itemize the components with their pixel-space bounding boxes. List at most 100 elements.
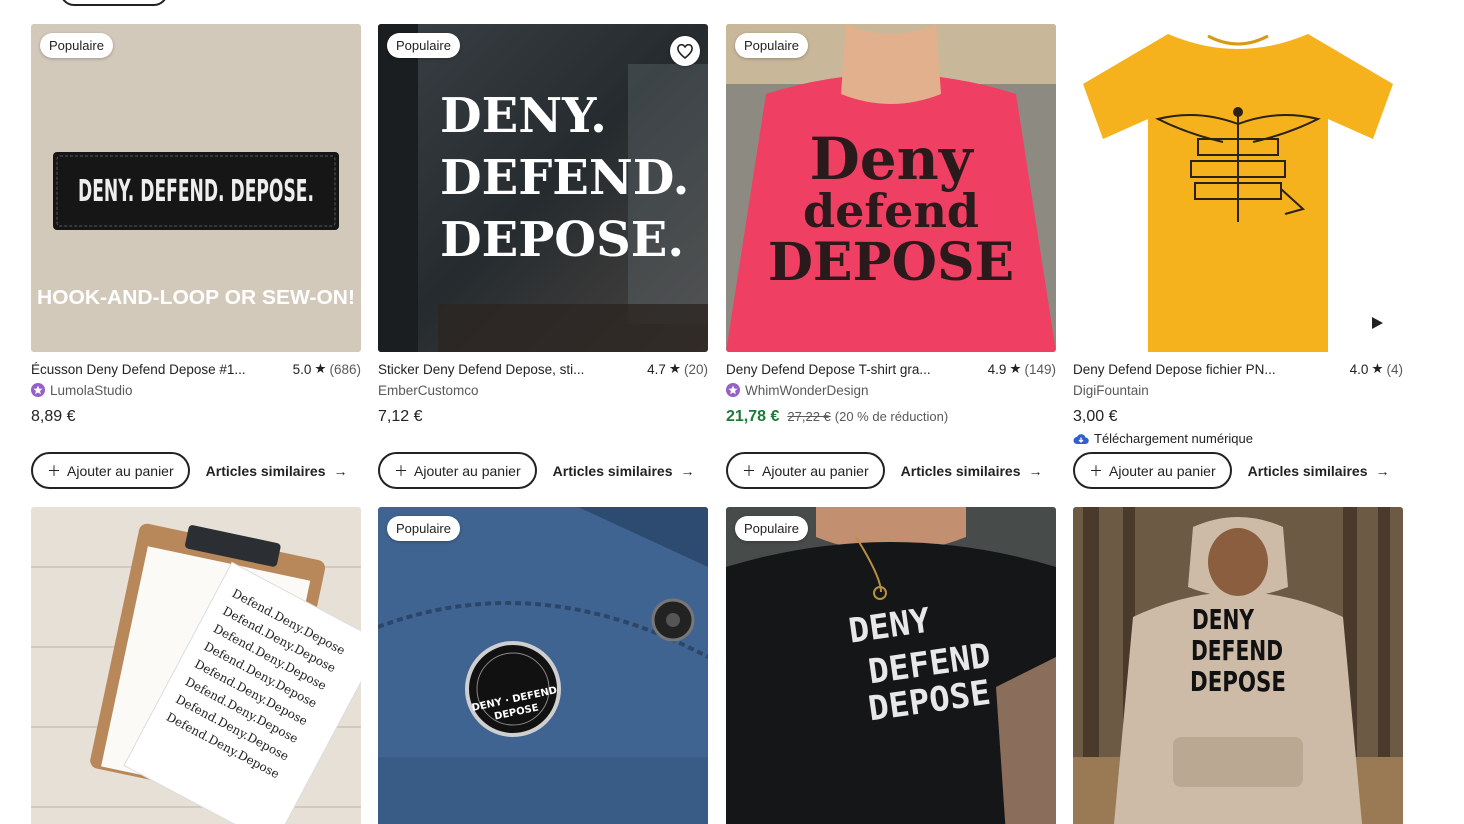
shirt-line-2: defend — [803, 184, 979, 238]
original-price: 27,22 € — [787, 409, 831, 424]
popular-badge: Populaire — [40, 33, 113, 58]
add-to-cart-button[interactable]: ＋ Ajouter au panier — [378, 452, 537, 489]
price-value: 7,12 € — [378, 408, 423, 425]
popular-badge: Populaire — [735, 33, 808, 58]
add-to-cart-label: Ajouter au panier — [67, 462, 174, 479]
star-seller-icon — [726, 383, 740, 397]
similar-items-link[interactable]: Articles similaires → — [1248, 463, 1390, 479]
product-title[interactable]: Écusson Deny Defend Depose #1... — [31, 362, 246, 377]
add-to-cart-button[interactable]: ＋ Ajouter au panier — [31, 452, 190, 489]
previous-row-button-edge[interactable] — [60, 0, 168, 6]
hoodie-line-2: DEFEND — [1191, 634, 1283, 667]
product-card[interactable]: Defend.Deny.Depose Defend.Deny.Depose De… — [31, 507, 361, 824]
digital-download-label: Téléchargement numérique — [1094, 431, 1253, 446]
shop-name[interactable]: EmberCustomco — [378, 383, 479, 398]
shop-name[interactable]: WhimWonderDesign — [745, 383, 869, 398]
shop-line: EmberCustomco — [378, 381, 708, 399]
product-card[interactable]: DENY DEFEND DEPOSE — [1073, 507, 1403, 824]
add-to-cart-button[interactable]: ＋ Ajouter au panier — [1073, 452, 1232, 489]
plus-icon: ＋ — [47, 462, 61, 479]
popular-badge: Populaire — [387, 33, 460, 58]
star-icon: ★ — [1371, 361, 1384, 376]
price: 7,12 € — [378, 408, 708, 426]
shop-line: DigiFountain — [1073, 381, 1403, 399]
digital-download-note: Téléchargement numérique — [1073, 431, 1403, 446]
rating-value: 5.0 — [292, 361, 312, 377]
shirt-line-3: DEPOSE — [768, 232, 1014, 293]
star-icon: ★ — [314, 361, 327, 376]
product-card[interactable]: DENY. DEFEND. DEPOSE. HOOK-AND-LOOP OR S… — [31, 24, 361, 489]
rating-value: 4.7 — [647, 361, 666, 377]
rating-value: 4.0 — [1349, 361, 1369, 377]
popular-badge: Populaire — [735, 516, 808, 541]
product-title[interactable]: Deny Defend Depose fichier PN... — [1073, 362, 1276, 377]
price-value: 8,89 € — [31, 408, 76, 425]
add-to-cart-label: Ajouter au panier — [414, 462, 521, 479]
play-icon[interactable] — [1371, 316, 1383, 334]
product-card[interactable]: DENY DEFEND DEPOSE Populaire — [726, 507, 1056, 824]
product-image[interactable]: DENY DEFEND DEPOSE — [1073, 507, 1403, 824]
shop-name[interactable]: DigiFountain — [1073, 383, 1149, 398]
rating: 4.0 ★ (4) — [1350, 361, 1403, 377]
product-card[interactable]: Deny defend DEPOSE Populaire Deny Defend… — [726, 24, 1056, 489]
product-card[interactable]: DENY · DEFEND DEPOSE Populaire — [378, 507, 708, 824]
product-image[interactable]: DENY. DEFEND. DEPOSE. Populaire — [378, 24, 708, 352]
product-title[interactable]: Deny Defend Depose T-shirt gra... — [726, 362, 931, 377]
favorite-button[interactable] — [670, 36, 700, 66]
hoodie-line-3: DEPOSE — [1190, 665, 1286, 698]
plus-icon: ＋ — [394, 462, 408, 479]
patch-text: DENY. DEFEND. DEPOSE. — [78, 174, 314, 209]
review-count: (4) — [1386, 361, 1404, 377]
price: 21,78 € 27,22 € (20 % de réduction) — [726, 408, 1056, 426]
add-to-cart-label: Ajouter au panier — [1109, 462, 1216, 479]
review-count: (686) — [329, 361, 361, 377]
price: 3,00 € — [1073, 408, 1403, 426]
star-icon: ★ — [1009, 361, 1022, 376]
price: 8,89 € — [31, 408, 361, 426]
sale-price: 21,78 € — [726, 408, 780, 425]
shop-line: LumolaStudio — [31, 381, 361, 399]
similar-items-label: Articles similaires — [552, 462, 673, 479]
similar-items-link[interactable]: Articles similaires → — [206, 463, 348, 479]
sticker-line-1: DENY. — [440, 88, 607, 144]
star-seller-icon — [31, 383, 45, 397]
rating: 5.0 ★ (686) — [293, 361, 361, 377]
arrow-right-icon: → — [333, 462, 348, 479]
discount-text: (20 % de réduction) — [834, 409, 949, 424]
similar-items-link[interactable]: Articles similaires → — [553, 463, 695, 479]
product-title[interactable]: Sticker Deny Defend Depose, sti... — [378, 362, 584, 377]
rating: 4.9 ★ (149) — [988, 361, 1056, 377]
similar-items-label: Articles similaires — [1247, 462, 1368, 479]
product-image[interactable] — [1073, 24, 1403, 352]
add-to-cart-label: Ajouter au panier — [762, 462, 869, 479]
star-icon: ★ — [668, 361, 681, 376]
shop-name[interactable]: LumolaStudio — [50, 383, 133, 398]
arrow-right-icon: → — [1028, 462, 1043, 479]
product-image[interactable]: DENY · DEFEND DEPOSE Populaire — [378, 507, 708, 824]
sticker-line-3: DEPOSE. — [440, 212, 684, 268]
product-image[interactable]: DENY. DEFEND. DEPOSE. HOOK-AND-LOOP OR S… — [31, 24, 361, 352]
add-to-cart-button[interactable]: ＋ Ajouter au panier — [726, 452, 885, 489]
similar-items-link[interactable]: Articles similaires → — [901, 463, 1043, 479]
similar-items-label: Articles similaires — [205, 462, 326, 479]
review-count: (20) — [683, 361, 708, 377]
plus-icon: ＋ — [742, 462, 756, 479]
product-card[interactable]: DENY. DEFEND. DEPOSE. Populaire Sticker … — [378, 24, 708, 489]
heart-icon — [677, 43, 693, 59]
shop-line: WhimWonderDesign — [726, 381, 1056, 399]
sticker-line-2: DEFEND. — [440, 150, 689, 206]
plus-icon: ＋ — [1089, 462, 1103, 479]
cloud-download-icon — [1073, 433, 1089, 444]
rating-value: 4.9 — [987, 361, 1007, 377]
price-value: 3,00 € — [1073, 408, 1118, 425]
popular-badge: Populaire — [387, 516, 460, 541]
shirt-line-1: Deny — [809, 125, 974, 193]
image-caption: HOOK-AND-LOOP OR SEW-ON! — [37, 287, 355, 309]
product-card[interactable]: Deny Defend Depose fichier PN... 4.0 ★ (… — [1073, 24, 1403, 489]
rating: 4.7 ★ (20) — [647, 361, 708, 377]
product-image[interactable]: Deny defend DEPOSE Populaire — [726, 24, 1056, 352]
similar-items-label: Articles similaires — [900, 462, 1021, 479]
hoodie-line-1: DENY — [1192, 603, 1255, 636]
product-image[interactable]: DENY DEFEND DEPOSE Populaire — [726, 507, 1056, 824]
product-image[interactable]: Defend.Deny.Depose Defend.Deny.Depose De… — [31, 507, 361, 824]
